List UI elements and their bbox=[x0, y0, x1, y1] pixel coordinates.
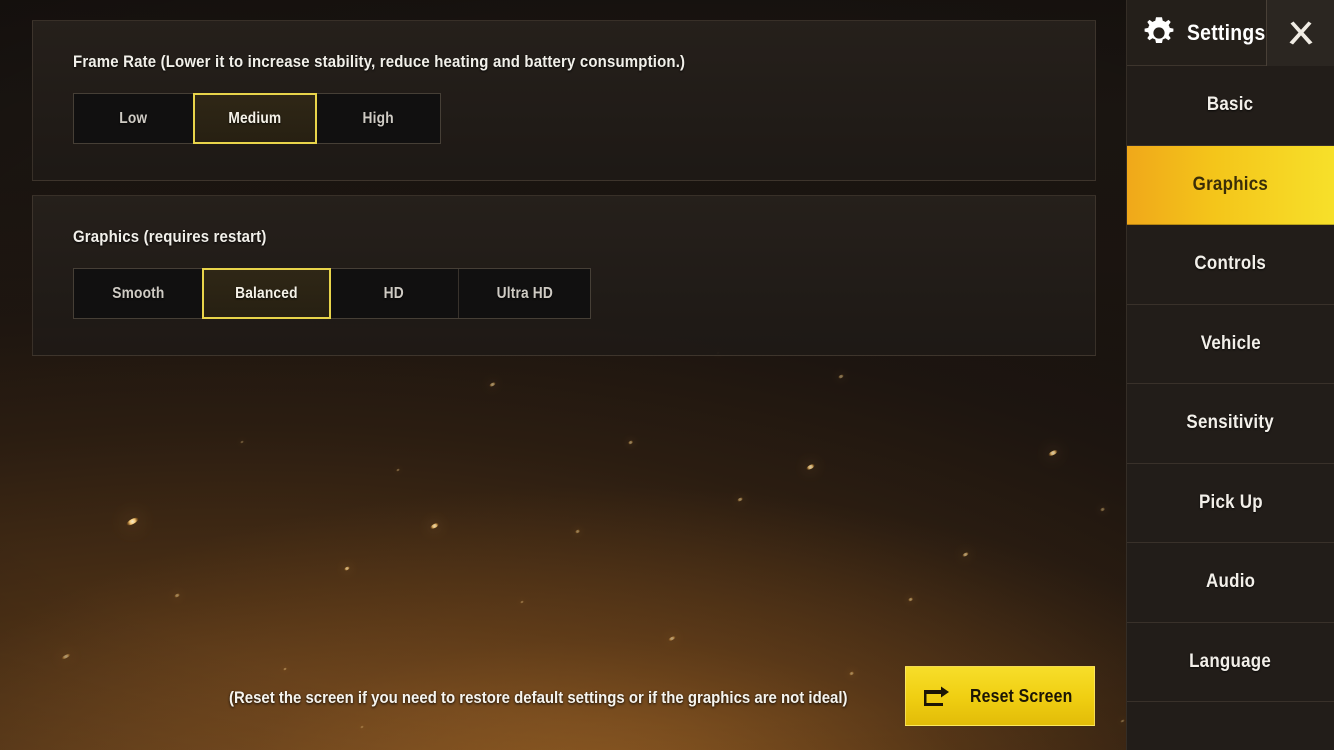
frame-rate-label: Frame Rate (Lower it to increase stabili… bbox=[73, 52, 686, 71]
sidebar-item-label: Language bbox=[1189, 650, 1272, 672]
graphics-option-smooth[interactable]: Smooth bbox=[74, 269, 203, 318]
sidebar-item-label: Vehicle bbox=[1200, 332, 1261, 354]
reset-screen-button[interactable]: Reset Screen bbox=[905, 666, 1095, 726]
graphics-option-label: Smooth bbox=[111, 284, 165, 302]
gear-icon bbox=[1144, 16, 1174, 43]
reset-screen-label: Reset Screen bbox=[969, 685, 1073, 706]
graphics-option-hd[interactable]: HD bbox=[330, 269, 459, 318]
frame-rate-segmented-control[interactable]: Low Medium High bbox=[73, 93, 441, 144]
graphics-panel: Graphics (requires restart) Smooth Balanc… bbox=[32, 195, 1096, 356]
sidebar-nav-list: Basic Graphics Controls Vehicle Sensitivity P… bbox=[1127, 66, 1334, 702]
reset-hint-label: (Reset the screen if you need to restore… bbox=[229, 688, 848, 707]
sidebar-header: Settings bbox=[1127, 0, 1334, 66]
sidebar-item-label: Sensitivity bbox=[1186, 412, 1275, 434]
sidebar-item-controls[interactable]: Controls bbox=[1127, 225, 1334, 305]
sidebar-item-label: Controls bbox=[1194, 253, 1267, 275]
frame-rate-option-high[interactable]: High bbox=[316, 94, 440, 143]
sidebar-item-graphics[interactable]: Graphics bbox=[1127, 145, 1334, 225]
graphics-option-label: Balanced bbox=[235, 284, 298, 302]
frame-rate-option-low[interactable]: Low bbox=[74, 94, 194, 143]
frame-rate-panel: Frame Rate (Lower it to increase stabili… bbox=[32, 20, 1096, 181]
sidebar-item-audio[interactable]: Audio bbox=[1127, 543, 1334, 623]
sidebar-item-label: Graphics bbox=[1192, 173, 1269, 195]
graphics-label: Graphics (requires restart) bbox=[73, 227, 267, 246]
graphics-segmented-control[interactable]: Smooth Balanced HD Ultra HD bbox=[73, 268, 591, 319]
sidebar-item-sensitivity[interactable]: Sensitivity bbox=[1127, 384, 1334, 464]
settings-sidebar: Settings Basic Graphics Controls Vehicle Sen… bbox=[1126, 0, 1334, 750]
close-x-icon bbox=[1289, 21, 1312, 45]
sidebar-item-label: Audio bbox=[1205, 571, 1256, 593]
settings-title: Settings bbox=[1187, 19, 1266, 45]
graphics-option-label: HD bbox=[383, 284, 405, 302]
sidebar-item-vehicle[interactable]: Vehicle bbox=[1127, 305, 1334, 384]
close-button[interactable] bbox=[1266, 0, 1334, 66]
graphics-option-balanced[interactable]: Balanced bbox=[202, 268, 331, 319]
reset-hint-text: (Reset the screen if you need to restore… bbox=[229, 688, 932, 708]
sidebar-item-basic[interactable]: Basic bbox=[1127, 66, 1334, 146]
settings-screen: Frame Rate (Lower it to increase stabili… bbox=[0, 0, 1334, 750]
frame-rate-option-label: High bbox=[362, 109, 394, 127]
sidebar-item-pickup[interactable]: Pick Up bbox=[1127, 464, 1334, 543]
graphics-option-ultrahd[interactable]: Ultra HD bbox=[459, 269, 590, 318]
graphics-option-label: Ultra HD bbox=[496, 284, 553, 302]
sidebar-item-label: Basic bbox=[1207, 94, 1254, 116]
sidebar-item-language[interactable]: Language bbox=[1127, 623, 1334, 702]
frame-rate-option-medium[interactable]: Medium bbox=[193, 93, 317, 144]
frame-rate-option-label: Low bbox=[119, 109, 148, 127]
frame-rate-option-label: Medium bbox=[228, 109, 282, 127]
reset-loop-icon bbox=[923, 686, 949, 706]
sidebar-item-label: Pick Up bbox=[1198, 491, 1263, 513]
